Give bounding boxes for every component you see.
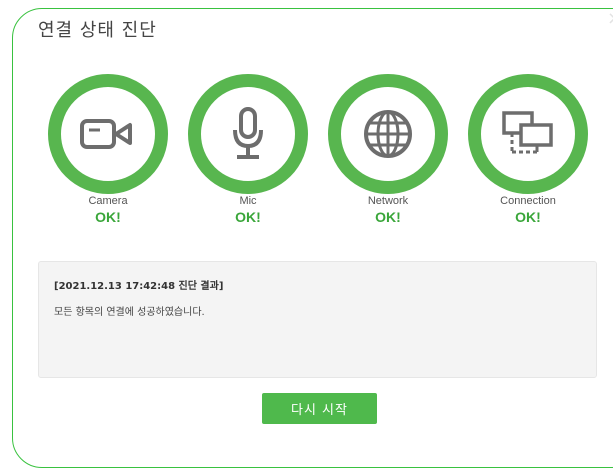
network-check: Network OK! [328,74,448,226]
check-label-camera: Camera [88,195,128,207]
result-message: 모든 항목의 연결에 성공하였습니다. [54,307,205,318]
screens-connection-icon [502,111,553,154]
result-panel: [2021.12.13 17:42:48 진단 결과] 모든 항목의 연결에 성… [38,261,597,378]
dialog-title: 연결 상태 진단 [38,20,157,41]
check-status-camera: OK! [95,209,121,225]
check-status-mic: OK! [235,209,261,225]
globe-icon [364,110,412,158]
check-status-connection: OK! [515,209,541,225]
connection-check: Connection OK! [468,74,588,226]
check-label-connection: Connection [500,195,556,207]
microphone-icon [233,107,263,159]
camera-icon [80,119,132,149]
check-status-network: OK! [375,209,401,225]
result-title: [2021.12.13 17:42:48 진단 결과] [54,281,224,292]
camera-check: Camera OK! [48,74,168,226]
mic-status-ring [188,74,308,194]
check-label-mic: Mic [239,195,257,207]
mic-check: Mic OK! [188,74,308,226]
check-label-network: Network [367,195,409,207]
retry-button[interactable]: 다시 시작 [262,393,377,424]
close-icon[interactable]: × [607,10,613,28]
camera-status-ring [48,74,168,194]
network-status-ring [328,74,448,194]
connection-status-ring [468,74,588,194]
